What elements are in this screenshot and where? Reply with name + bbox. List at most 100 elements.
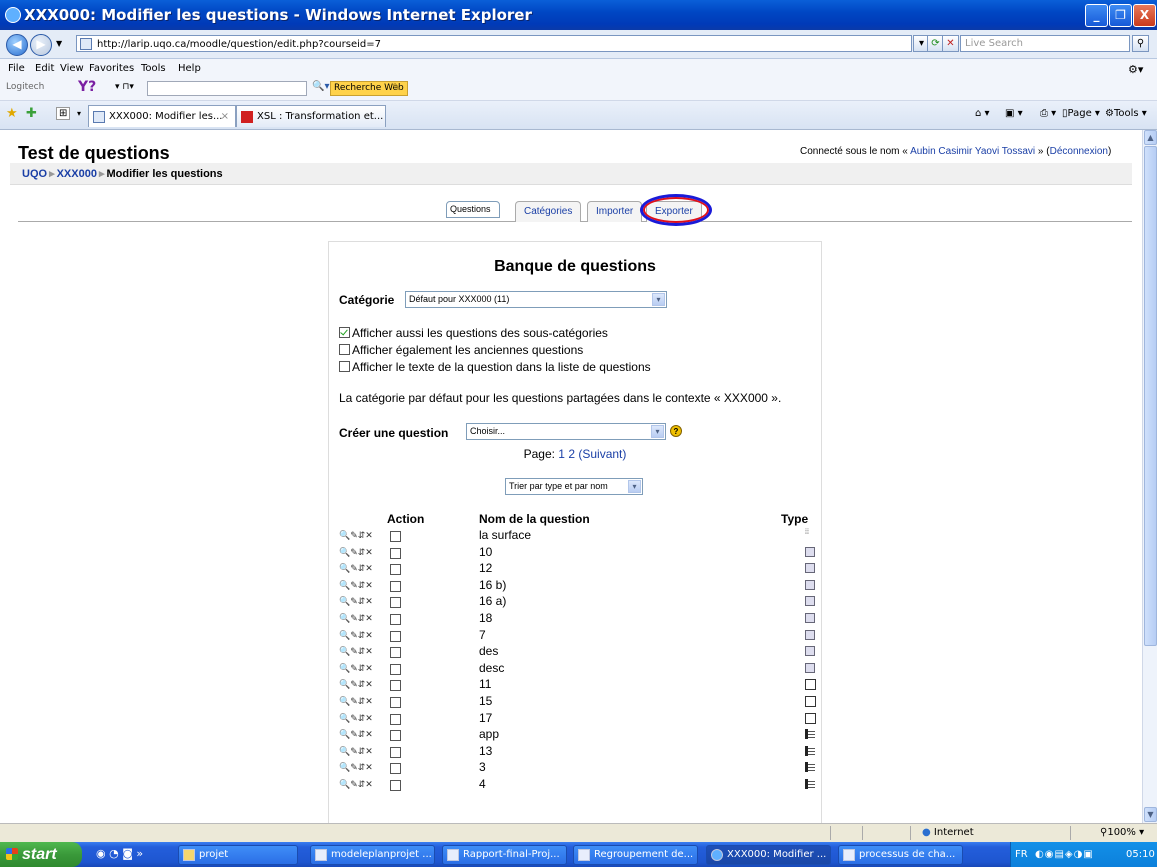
row-checkbox[interactable] bbox=[390, 581, 401, 592]
page-menu-button[interactable]: ▯Page ▾ bbox=[1062, 108, 1100, 119]
logout-link[interactable]: Déconnexion bbox=[1050, 146, 1108, 157]
row-action-icons[interactable]: 🔍✎⇵✕ bbox=[339, 762, 373, 773]
row-checkbox[interactable] bbox=[390, 664, 401, 675]
checkbox[interactable] bbox=[339, 361, 350, 372]
quick-tabs-icon[interactable]: ⊞ bbox=[56, 107, 71, 120]
row-action-icons[interactable]: 🔍✎⇵✕ bbox=[339, 696, 373, 707]
row-action-icons[interactable]: 🔍✎⇵✕ bbox=[339, 547, 373, 558]
row-checkbox[interactable] bbox=[390, 714, 401, 725]
print-icon[interactable]: ⎙ ▾ bbox=[1040, 108, 1056, 119]
row-checkbox[interactable] bbox=[390, 780, 401, 791]
menu-view[interactable]: View bbox=[60, 63, 84, 74]
row-action-icons[interactable]: 🔍✎⇵✕ bbox=[339, 746, 373, 757]
taskbar-item[interactable]: projet bbox=[178, 845, 298, 865]
quick-launch-icons[interactable]: ◉ ◔ ◙ » bbox=[96, 847, 143, 860]
taskbar-item[interactable]: processus de cha... bbox=[838, 845, 963, 865]
start-button[interactable]: start bbox=[0, 842, 82, 867]
row-action-icons[interactable]: 🔍✎⇵✕ bbox=[339, 779, 373, 790]
search-icon[interactable]: ⚲ bbox=[1132, 35, 1149, 52]
taskbar-item-active[interactable]: XXX000: Modifier ... bbox=[706, 845, 831, 865]
row-action-icons[interactable]: 🔍✎⇵✕ bbox=[339, 663, 373, 674]
taskbar-item[interactable]: modeleplanprojet ... bbox=[310, 845, 435, 865]
tab-questions[interactable]: Questions bbox=[446, 201, 500, 218]
pencil-icon[interactable]: ✎ bbox=[392, 81, 401, 94]
add-favorites-icon[interactable]: ✚ bbox=[26, 106, 37, 121]
row-action-icons[interactable]: 🔍✎⇵✕ bbox=[339, 646, 373, 657]
browser-tab-active[interactable]: XXX000: Modifier les... × bbox=[88, 105, 236, 127]
row-action-icons[interactable]: 🔍✎⇵✕ bbox=[339, 530, 373, 541]
row-checkbox[interactable] bbox=[390, 697, 401, 708]
option-subcategories[interactable]: Afficher aussi les questions des sous-ca… bbox=[339, 326, 608, 340]
row-checkbox[interactable] bbox=[390, 631, 401, 642]
menu-tools[interactable]: Tools bbox=[141, 63, 166, 74]
magnifier-icon[interactable]: 🔍▾ bbox=[312, 81, 329, 92]
checkbox-checked[interactable] bbox=[339, 327, 350, 338]
sort-select[interactable]: Trier par type et par nom ▾ bbox=[505, 478, 643, 495]
taskbar-item[interactable]: Regroupement de... bbox=[573, 845, 698, 865]
row-checkbox[interactable] bbox=[390, 614, 401, 625]
user-link[interactable]: Aubin Casimir Yaovi Tossavi bbox=[910, 146, 1035, 157]
favorites-star-icon[interactable]: ★ bbox=[6, 106, 18, 121]
back-icon[interactable]: ◀ bbox=[6, 34, 28, 56]
menu-file[interactable]: File bbox=[8, 63, 25, 74]
tab-importer[interactable]: Importer bbox=[587, 201, 643, 222]
address-field[interactable]: http://larip.uqo.ca/moodle/question/edit… bbox=[76, 35, 912, 52]
checkbox[interactable] bbox=[339, 344, 350, 355]
tab-list-dropdown-icon[interactable]: ▾ bbox=[77, 109, 81, 118]
option-old-questions[interactable]: Afficher également les anciennes questio… bbox=[339, 343, 583, 357]
forward-icon[interactable]: ▶ bbox=[30, 34, 52, 56]
help-icon[interactable]: ? bbox=[670, 425, 682, 437]
page-1-link[interactable]: 1 bbox=[558, 447, 565, 461]
create-question-select[interactable]: Choisir... ▾ bbox=[466, 423, 666, 440]
row-checkbox[interactable] bbox=[390, 647, 401, 658]
tab-categories[interactable]: Catégories bbox=[515, 201, 582, 222]
option-question-text[interactable]: Afficher le texte de la question dans la… bbox=[339, 360, 651, 374]
menu-help[interactable]: Help bbox=[178, 63, 201, 74]
page-2-link[interactable]: 2 bbox=[568, 447, 575, 461]
vertical-scrollbar[interactable]: ▲ ▼ bbox=[1142, 130, 1157, 823]
toolbar-dropdown-icon[interactable]: ▾ ⊓▾ bbox=[115, 82, 134, 92]
row-checkbox[interactable] bbox=[390, 531, 401, 542]
scroll-down-icon[interactable]: ▼ bbox=[1144, 807, 1157, 822]
row-checkbox[interactable] bbox=[390, 548, 401, 559]
menu-favorites[interactable]: Favorites bbox=[89, 63, 134, 74]
row-checkbox[interactable] bbox=[390, 763, 401, 774]
row-checkbox[interactable] bbox=[390, 747, 401, 758]
row-action-icons[interactable]: 🔍✎⇵✕ bbox=[339, 580, 373, 591]
tools-menu-button[interactable]: ⚙Tools ▾ bbox=[1105, 108, 1147, 119]
tray-icons[interactable]: ◐◉▤◈◑▣ bbox=[1035, 842, 1094, 867]
yahoo-icon[interactable]: Y? bbox=[78, 79, 96, 95]
row-action-icons[interactable]: 🔍✎⇵✕ bbox=[339, 630, 373, 641]
row-checkbox[interactable] bbox=[390, 730, 401, 741]
window-title-bar[interactable]: XXX000: Modifier les questions - Windows… bbox=[0, 0, 1157, 30]
toolbar-extra-icon[interactable]: ⚙▾ bbox=[1128, 63, 1143, 76]
row-checkbox[interactable] bbox=[390, 597, 401, 608]
logitech-button[interactable]: Logitech bbox=[6, 82, 44, 92]
history-dropdown-icon[interactable]: ▼ bbox=[56, 39, 62, 48]
maximize-button[interactable]: ❐ bbox=[1109, 4, 1132, 27]
feeds-icon[interactable]: ▣ ▾ bbox=[1005, 108, 1023, 119]
row-action-icons[interactable]: 🔍✎⇵✕ bbox=[339, 713, 373, 724]
close-tab-icon[interactable]: × bbox=[221, 106, 229, 128]
live-search-input[interactable]: Live Search bbox=[960, 35, 1130, 52]
row-action-icons[interactable]: 🔍✎⇵✕ bbox=[339, 679, 373, 690]
zoom-level[interactable]: ⚲100% ▾ bbox=[1100, 827, 1144, 838]
breadcrumb-uqo[interactable]: UQO bbox=[22, 168, 47, 180]
home-icon[interactable]: ⌂ ▾ bbox=[975, 108, 990, 119]
next-page-link[interactable]: (Suivant) bbox=[578, 447, 626, 461]
browser-tab[interactable]: XSL : Transformation et... bbox=[236, 105, 386, 127]
close-button[interactable]: X bbox=[1133, 4, 1156, 27]
toolbar-search-input[interactable] bbox=[147, 81, 307, 96]
breadcrumb-course[interactable]: XXX000 bbox=[57, 168, 97, 180]
row-action-icons[interactable]: 🔍✎⇵✕ bbox=[339, 729, 373, 740]
taskbar-item[interactable]: Rapport-final-Proj... bbox=[442, 845, 567, 865]
scroll-up-icon[interactable]: ▲ bbox=[1144, 130, 1157, 145]
category-select[interactable]: Défaut pour XXX000 (11) ▾ bbox=[405, 291, 667, 308]
minimize-button[interactable]: _ bbox=[1085, 4, 1108, 27]
stop-icon[interactable]: ✕ bbox=[942, 35, 959, 52]
scroll-thumb[interactable] bbox=[1144, 146, 1157, 646]
row-checkbox[interactable] bbox=[390, 680, 401, 691]
row-checkbox[interactable] bbox=[390, 564, 401, 575]
menu-edit[interactable]: Edit bbox=[35, 63, 54, 74]
language-indicator[interactable]: FR bbox=[1015, 842, 1028, 867]
